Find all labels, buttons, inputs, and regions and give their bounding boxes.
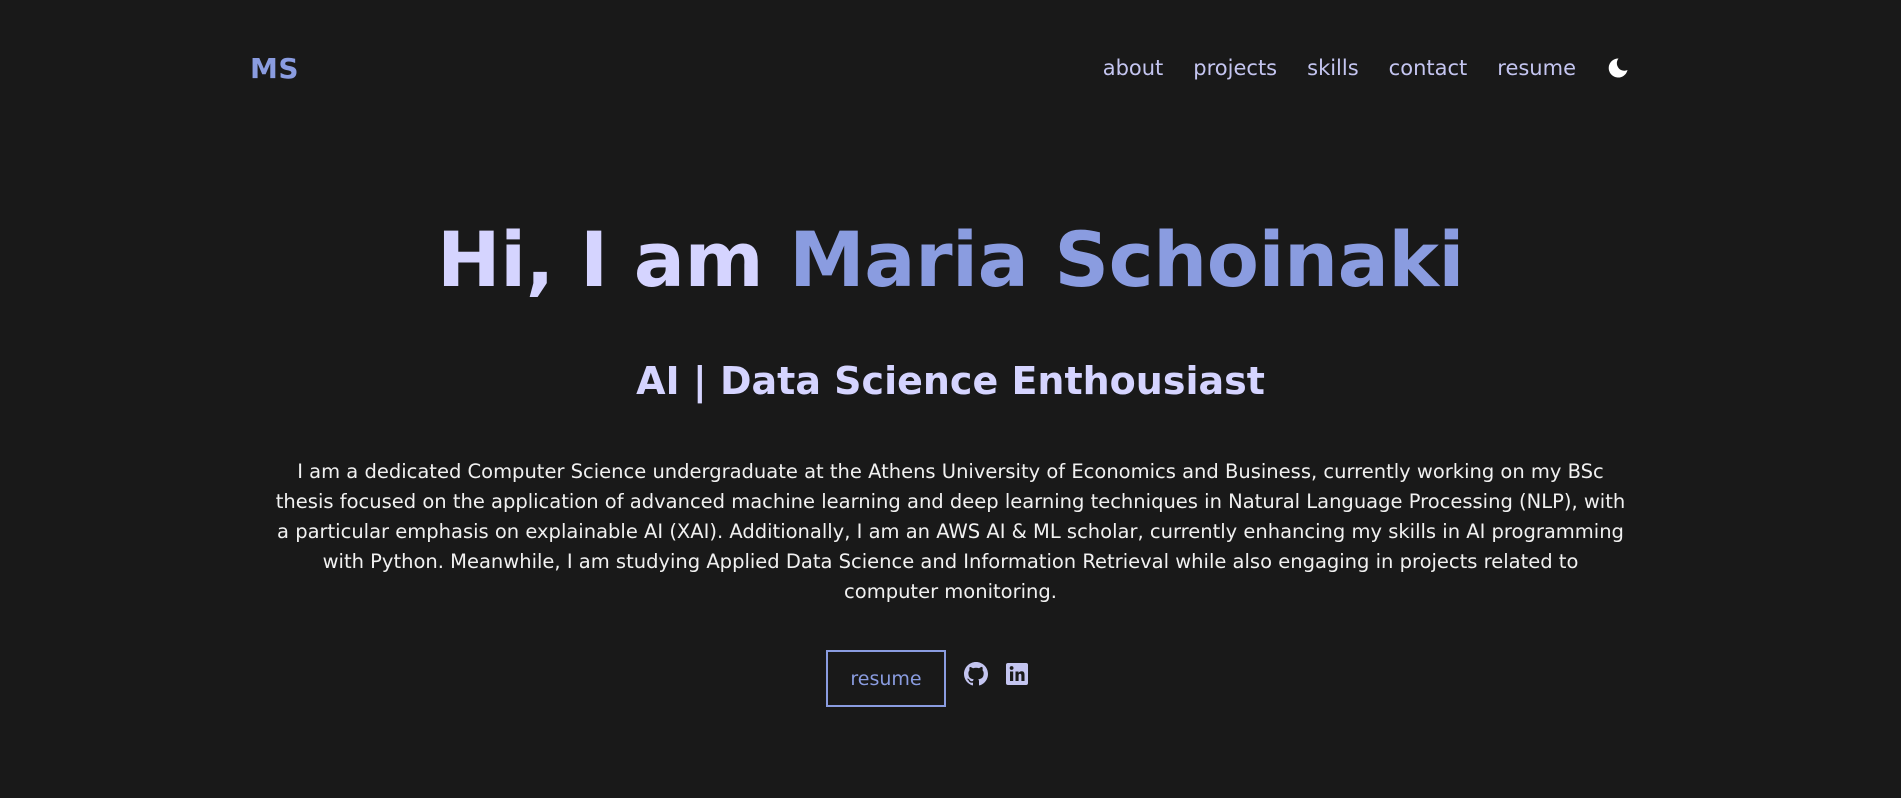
logo[interactable]: MS <box>250 52 299 85</box>
hero-section: Hi, I am Maria Schoinaki AI | Data Scien… <box>0 205 1901 607</box>
nav-link-contact[interactable]: contact <box>1389 56 1468 80</box>
moon-icon[interactable] <box>1606 56 1630 80</box>
github-icon[interactable] <box>964 661 988 686</box>
hero-greeting: Hi, I am <box>436 215 790 304</box>
nav-link-projects[interactable]: projects <box>1193 56 1277 80</box>
nav-link-about[interactable]: about <box>1103 56 1164 80</box>
hero-actions: resume <box>826 650 1029 707</box>
resume-button[interactable]: resume <box>826 650 946 707</box>
linkedin-icon[interactable] <box>1005 662 1029 686</box>
hero-description: I am a dedicated Computer Science underg… <box>275 460 1626 603</box>
site-header: MS about projects skills contact resume <box>250 0 1630 142</box>
nav-link-resume[interactable]: resume <box>1497 56 1576 80</box>
main-nav: about projects skills contact resume <box>1103 56 1630 80</box>
hero-name: Maria Schoinaki <box>789 215 1464 304</box>
nav-link-skills[interactable]: skills <box>1307 56 1359 80</box>
hero-subtitle: AI | Data Science Enthousiast <box>636 359 1265 403</box>
hero-title: Hi, I am Maria Schoinaki <box>0 205 1901 315</box>
